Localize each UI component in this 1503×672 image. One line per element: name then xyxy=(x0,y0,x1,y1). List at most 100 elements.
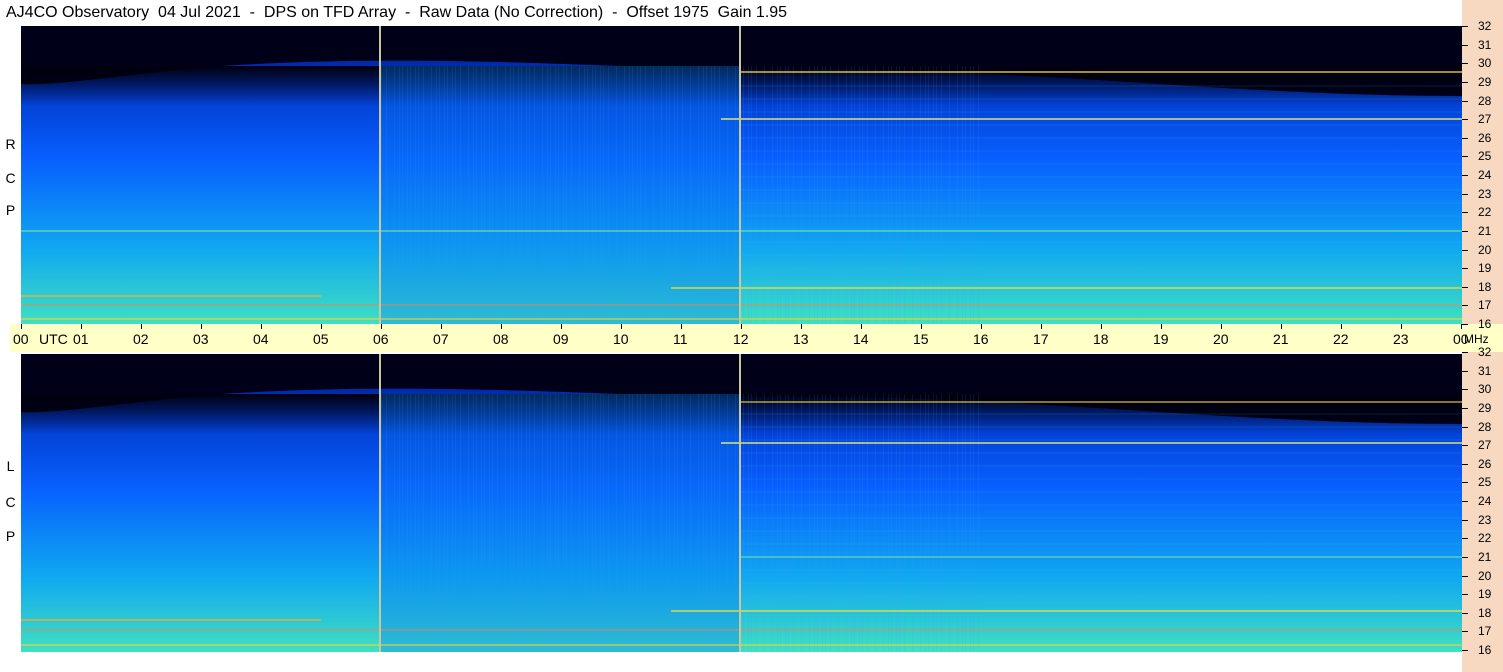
freq-tick-mark xyxy=(1462,575,1468,577)
freq-tick-mark xyxy=(1462,63,1468,65)
time-tick-mark xyxy=(921,324,922,329)
freq-tick-mark xyxy=(1462,268,1468,270)
freq-tick-label: 22 xyxy=(1478,531,1492,546)
freq-tick-label: 17 xyxy=(1478,298,1492,313)
rcp-label-letter: R xyxy=(5,136,16,152)
time-tick-label: 13 xyxy=(793,331,809,347)
freq-tick-mark xyxy=(1462,324,1468,325)
lcp-label-letter: C xyxy=(5,494,16,510)
time-tick-label: 02 xyxy=(133,331,149,347)
rcp-label: R C P xyxy=(0,26,21,324)
time-tick-label: 09 xyxy=(553,331,569,347)
time-tick-mark xyxy=(801,324,802,329)
freq-tick-mark xyxy=(1462,81,1468,83)
time-tick-mark xyxy=(21,324,22,329)
time-tick-mark xyxy=(561,324,562,329)
freq-tick-mark xyxy=(1462,501,1468,502)
freq-tick-label: 26 xyxy=(1478,130,1492,145)
freq-tick-mark xyxy=(1462,119,1468,121)
lcp-label: L C P xyxy=(0,354,21,652)
time-tick-label: 05 xyxy=(313,331,329,347)
time-tick-mark xyxy=(441,324,442,329)
freq-tick-label: 17 xyxy=(1478,624,1492,639)
freq-tick-mark xyxy=(1462,286,1468,288)
freq-tick-mark xyxy=(1462,556,1468,558)
freq-tick-mark xyxy=(1462,594,1468,596)
time-tick-label: 16 xyxy=(973,331,989,347)
time-tick-mark xyxy=(81,324,82,329)
rcp-spectrogram xyxy=(21,26,1462,324)
freq-tick-label: 30 xyxy=(1478,56,1492,71)
freq-tick-label: 27 xyxy=(1478,112,1492,127)
time-tick-label: 00 xyxy=(13,331,29,347)
freq-tick-mark xyxy=(1462,370,1468,372)
time-tick-mark xyxy=(861,324,862,329)
freq-tick-label: 26 xyxy=(1478,456,1492,471)
freq-tick-mark xyxy=(1462,156,1468,158)
time-tick-mark xyxy=(1101,324,1102,329)
freq-tick-label: 18 xyxy=(1478,605,1492,620)
time-tick-mark xyxy=(621,324,622,329)
time-tick-mark xyxy=(1041,324,1042,329)
time-tick-label: 22 xyxy=(1333,331,1349,347)
freq-tick-label: 28 xyxy=(1478,93,1492,108)
freq-tick-label: 31 xyxy=(1478,37,1492,52)
freq-tick-label: 24 xyxy=(1478,494,1492,508)
time-tick-label: 20 xyxy=(1213,331,1229,347)
time-tick-label: 14 xyxy=(853,331,869,347)
freq-tick-label: 22 xyxy=(1478,205,1492,220)
time-tick-mark xyxy=(1341,324,1342,329)
time-tick-mark xyxy=(261,324,262,329)
freq-tick-label: 32 xyxy=(1478,19,1492,33)
freq-tick-label: 30 xyxy=(1478,382,1492,397)
freq-tick-mark xyxy=(1462,538,1468,540)
freq-tick-label: 28 xyxy=(1478,419,1492,434)
time-tick-label: 07 xyxy=(433,331,449,347)
freq-tick-mark xyxy=(1462,175,1468,176)
freq-tick-mark xyxy=(1462,100,1468,102)
time-tick-mark xyxy=(1281,324,1282,329)
time-tick-mark xyxy=(681,324,682,329)
time-tick-label: 19 xyxy=(1153,331,1169,347)
time-tick-mark xyxy=(981,324,982,329)
freq-tick-label: 29 xyxy=(1478,400,1492,415)
spectrogram-image xyxy=(21,354,1462,652)
lcp-label-letter: P xyxy=(5,528,16,544)
freq-tick-mark xyxy=(1462,305,1468,307)
freq-tick-mark xyxy=(1462,631,1468,633)
freq-tick-label: 21 xyxy=(1478,549,1492,564)
freq-tick-label: 20 xyxy=(1478,568,1492,583)
time-tick-label: 12 xyxy=(733,331,749,347)
time-tick-mark xyxy=(201,324,202,329)
time-tick-mark xyxy=(321,324,322,329)
lcp-spectrogram xyxy=(21,354,1462,652)
freq-tick-mark xyxy=(1462,519,1468,521)
freq-tick-label: 23 xyxy=(1478,512,1492,527)
freq-tick-label: 27 xyxy=(1478,438,1492,453)
time-tick-mark xyxy=(1161,324,1162,329)
time-unit-label: UTC xyxy=(39,331,68,347)
freq-tick-label: 16 xyxy=(1478,643,1492,657)
freq-tick-mark xyxy=(1462,193,1468,195)
time-tick-label: 03 xyxy=(193,331,209,347)
freq-tick-mark xyxy=(1462,482,1468,484)
page-title: AJ4CO Observatory 04 Jul 2021 - DPS on T… xyxy=(6,4,788,21)
freq-tick-label: 29 xyxy=(1478,74,1492,89)
freq-tick-mark xyxy=(1462,445,1468,447)
freq-tick-label: 19 xyxy=(1478,261,1492,276)
freq-tick-mark xyxy=(1462,463,1468,465)
time-tick-mark xyxy=(141,324,142,329)
freq-tick-mark xyxy=(1462,650,1468,651)
freq-tick-mark xyxy=(1462,44,1468,46)
spectrogram-image xyxy=(21,26,1462,324)
freq-tick-label: 16 xyxy=(1478,317,1492,331)
freq-unit-label: MHz xyxy=(1464,332,1489,346)
time-tick-mark xyxy=(501,324,502,329)
time-tick-mark xyxy=(381,324,382,329)
time-axis: 00 01 02 03 04 05 06 07 08 09 10 11 12 13 14 15 16 17 18 19… xyxy=(10,324,1503,352)
time-tick-label: 11 xyxy=(673,331,688,347)
freq-tick-mark xyxy=(1462,249,1468,251)
freq-tick-mark xyxy=(1462,230,1468,232)
freq-tick-label: 21 xyxy=(1478,223,1492,238)
time-tick-label: 17 xyxy=(1033,331,1049,347)
